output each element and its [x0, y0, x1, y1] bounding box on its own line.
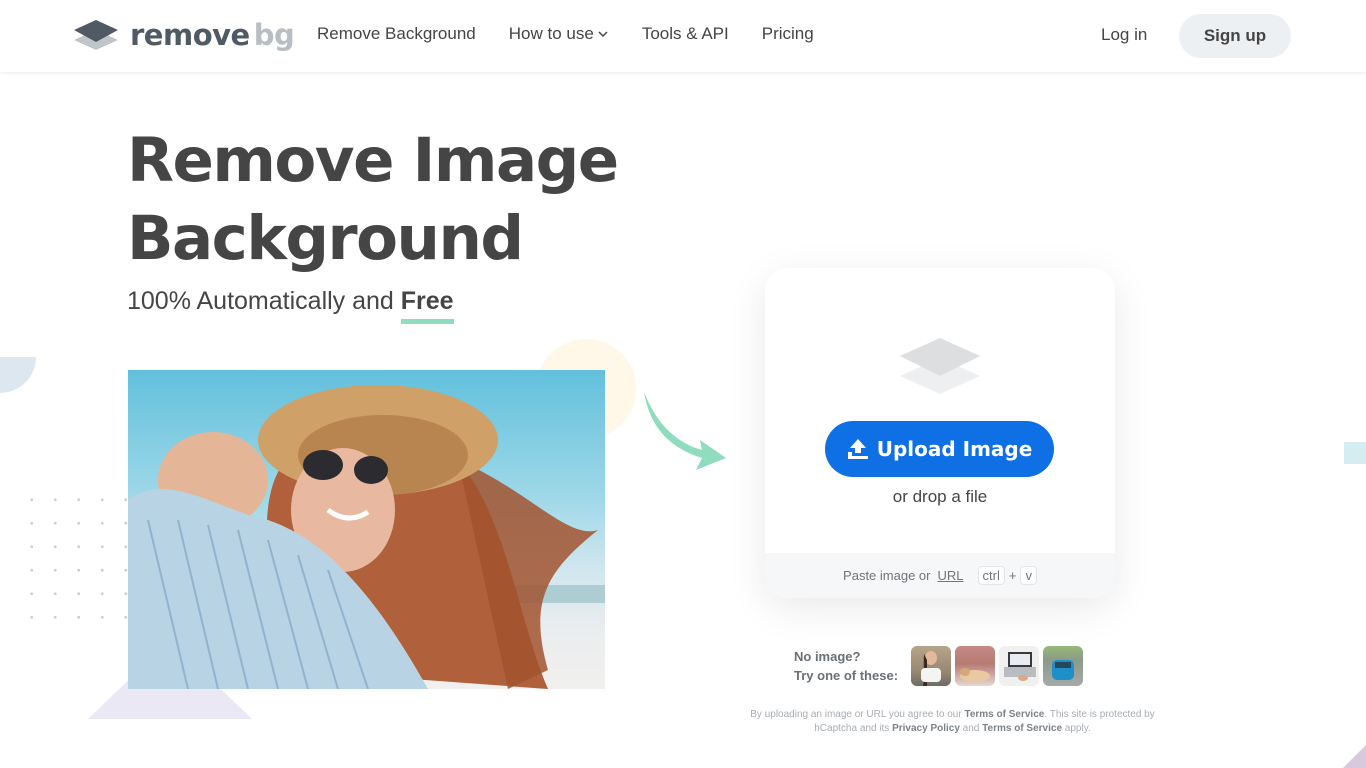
subtitle-emphasis: Free: [400, 287, 454, 315]
site-header: remove bg Remove Background How to use To…: [0, 0, 1366, 72]
chevron-down-icon: [598, 31, 608, 38]
arrow-icon: [644, 392, 726, 470]
nav-how-to-use[interactable]: How to use: [509, 24, 609, 44]
nav-label: Tools & API: [641, 24, 729, 43]
kbd-v: v: [1020, 566, 1037, 585]
legal-text: By uploading an image or URL you agree t…: [750, 709, 965, 720]
drop-file-text: or drop a file: [892, 487, 988, 506]
hero-example-photo: [128, 370, 605, 689]
layers-logo-icon: [74, 20, 118, 50]
subtitle-prefix: 100% Automatically and: [127, 287, 401, 315]
main-nav: Remove Background How to use Tools & API…: [317, 24, 814, 44]
layers-placeholder-icon: [900, 338, 980, 394]
upload-icon: [847, 439, 868, 459]
sample-thumbnails: [911, 646, 1083, 686]
terms-of-service-link[interactable]: Terms of Service: [964, 709, 1044, 720]
upload-card[interactable]: Upload Image or drop a file Paste image …: [765, 268, 1115, 598]
samples-label-line-2: Try one of these:: [794, 668, 899, 683]
kbd-plus: +: [1008, 568, 1017, 583]
upload-image-button[interactable]: Upload Image: [825, 421, 1054, 477]
sample-cat[interactable]: [955, 646, 995, 686]
login-link[interactable]: Log in: [1101, 25, 1147, 45]
nav-label: Pricing: [761, 24, 814, 43]
nav-remove-background[interactable]: Remove Background: [317, 24, 476, 44]
legal-text: apply.: [1062, 723, 1091, 734]
sample-laptop[interactable]: [999, 646, 1039, 686]
logo[interactable]: remove bg: [74, 18, 295, 52]
decorative-half-circle: [0, 357, 36, 393]
nav-label: Remove Background: [317, 24, 476, 43]
samples-label-line-1: No image?: [794, 649, 861, 664]
decorative-corner-triangle: [1343, 745, 1366, 768]
signup-button[interactable]: Sign up: [1179, 14, 1291, 58]
privacy-policy-link[interactable]: Privacy Policy: [892, 723, 960, 734]
legal-text: and: [959, 723, 983, 734]
samples-label: No image? Try one of these:: [794, 647, 898, 685]
page-subtitle: 100% Automatically and Free: [127, 287, 454, 316]
hcaptcha-terms-link[interactable]: Terms of Service: [982, 723, 1062, 734]
legal-notice: By uploading an image or URL you agree t…: [740, 708, 1165, 736]
nav-pricing[interactable]: Pricing: [762, 24, 814, 44]
nav-label: How to use: [508, 24, 594, 43]
title-line-1: Remove Image: [127, 125, 619, 196]
logo-text: remove bg: [130, 18, 295, 52]
decorative-dot-grid: [20, 488, 130, 638]
title-line-2: Background: [127, 203, 524, 274]
paste-text: Paste image or: [843, 568, 931, 583]
logo-word-accent: bg: [253, 18, 295, 52]
sample-woman[interactable]: [911, 646, 951, 686]
sample-car[interactable]: [1043, 646, 1083, 686]
upload-button-label: Upload Image: [876, 437, 1033, 461]
url-link[interactable]: URL: [937, 568, 963, 583]
nav-tools-api[interactable]: Tools & API: [642, 24, 729, 44]
kbd-ctrl: ctrl: [977, 566, 1005, 585]
decorative-square: [1344, 442, 1366, 464]
paste-bar: Paste image or URL ctrl + v: [765, 553, 1115, 598]
page-title: Remove Image Background: [127, 122, 619, 278]
logo-word-main: remove: [130, 18, 250, 52]
